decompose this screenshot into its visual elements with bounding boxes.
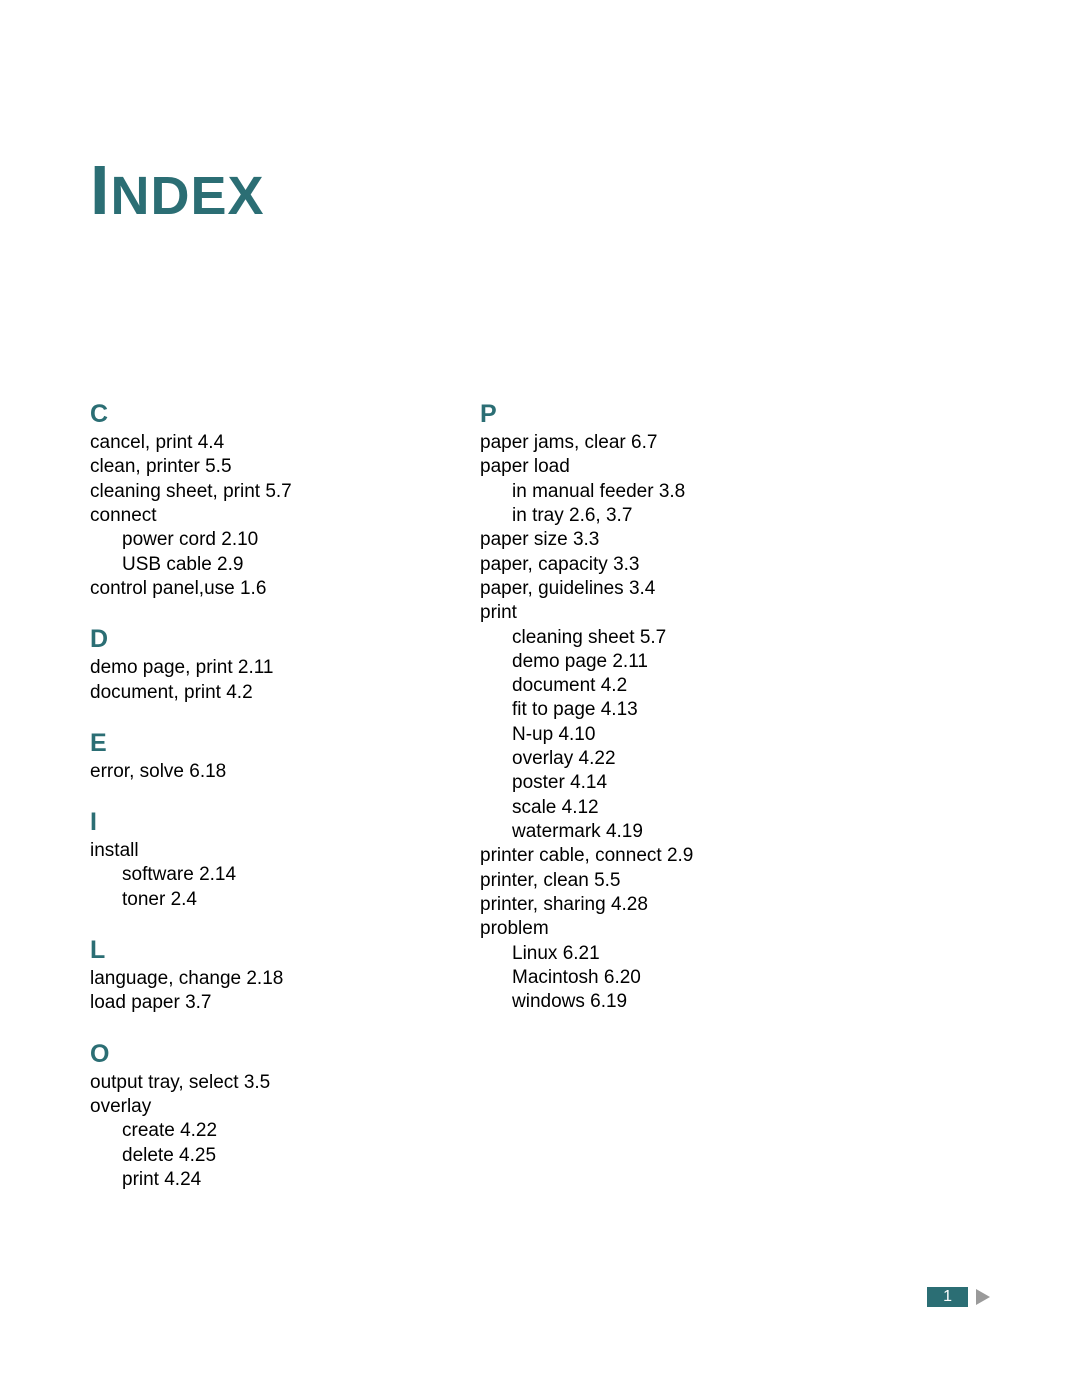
index-subentry[interactable]: software 2.14: [90, 863, 400, 887]
page-title: INDEX: [90, 150, 990, 230]
index-entry[interactable]: paper, capacity 3.3: [480, 553, 790, 577]
index-entry[interactable]: printer, clean 5.5: [480, 869, 790, 893]
section-letter: I: [90, 808, 400, 837]
page-number-badge: 1: [927, 1287, 968, 1307]
index-subentry[interactable]: in manual feeder 3.8: [480, 480, 790, 504]
section-letter: O: [90, 1040, 400, 1069]
index-subentry[interactable]: print 4.24: [90, 1168, 400, 1192]
index-column-2: Ppaper jams, clear 6.7paper loadin manua…: [480, 400, 790, 1192]
section-letter: L: [90, 936, 400, 965]
index-columns: Ccancel, print 4.4clean, printer 5.5clea…: [90, 400, 990, 1192]
index-entry[interactable]: error, solve 6.18: [90, 760, 400, 784]
index-subentry[interactable]: Linux 6.21: [480, 942, 790, 966]
index-entry[interactable]: paper jams, clear 6.7: [480, 431, 790, 455]
section-letter: E: [90, 729, 400, 758]
index-section: Eerror, solve 6.18: [90, 729, 400, 784]
section-letter: D: [90, 625, 400, 654]
title-first-letter: I: [90, 151, 110, 229]
index-subentry[interactable]: Macintosh 6.20: [480, 966, 790, 990]
index-subentry[interactable]: fit to page 4.13: [480, 698, 790, 722]
index-column-1: Ccancel, print 4.4clean, printer 5.5clea…: [90, 400, 400, 1192]
index-entry[interactable]: paper, guidelines 3.4: [480, 577, 790, 601]
page-footer: 1: [927, 1287, 990, 1307]
index-section: Iinstallsoftware 2.14toner 2.4: [90, 808, 400, 912]
index-entry[interactable]: overlay: [90, 1095, 400, 1119]
index-entry[interactable]: clean, printer 5.5: [90, 455, 400, 479]
index-subentry[interactable]: in tray 2.6, 3.7: [480, 504, 790, 528]
index-entry[interactable]: load paper 3.7: [90, 991, 400, 1015]
index-subentry[interactable]: poster 4.14: [480, 771, 790, 795]
index-subentry[interactable]: USB cable 2.9: [90, 553, 400, 577]
index-section: Llanguage, change 2.18load paper 3.7: [90, 936, 400, 1016]
section-letter: P: [480, 400, 790, 429]
index-section: Ppaper jams, clear 6.7paper loadin manua…: [480, 400, 790, 1015]
index-entry[interactable]: output tray, select 3.5: [90, 1071, 400, 1095]
index-subentry[interactable]: overlay 4.22: [480, 747, 790, 771]
index-entry[interactable]: problem: [480, 917, 790, 941]
index-subentry[interactable]: create 4.22: [90, 1119, 400, 1143]
index-subentry[interactable]: scale 4.12: [480, 796, 790, 820]
index-subentry[interactable]: watermark 4.19: [480, 820, 790, 844]
index-subentry[interactable]: document 4.2: [480, 674, 790, 698]
index-entry[interactable]: control panel,use 1.6: [90, 577, 400, 601]
index-entry[interactable]: cleaning sheet, print 5.7: [90, 480, 400, 504]
page: INDEX Ccancel, print 4.4clean, printer 5…: [0, 0, 1080, 1397]
index-subentry[interactable]: windows 6.19: [480, 990, 790, 1014]
index-entry[interactable]: print: [480, 601, 790, 625]
index-subentry[interactable]: toner 2.4: [90, 888, 400, 912]
section-letter: C: [90, 400, 400, 429]
index-entry[interactable]: install: [90, 839, 400, 863]
index-entry[interactable]: printer, sharing 4.28: [480, 893, 790, 917]
index-entry[interactable]: language, change 2.18: [90, 967, 400, 991]
index-subentry[interactable]: demo page 2.11: [480, 650, 790, 674]
index-subentry[interactable]: power cord 2.10: [90, 528, 400, 552]
title-rest: NDEX: [110, 166, 264, 226]
index-entry[interactable]: cancel, print 4.4: [90, 431, 400, 455]
index-entry[interactable]: printer cable, connect 2.9: [480, 844, 790, 868]
index-entry[interactable]: document, print 4.2: [90, 681, 400, 705]
index-section: Ooutput tray, select 3.5overlaycreate 4.…: [90, 1040, 400, 1193]
index-subentry[interactable]: N-up 4.10: [480, 723, 790, 747]
index-section: Ddemo page, print 2.11document, print 4.…: [90, 625, 400, 705]
index-section: Ccancel, print 4.4clean, printer 5.5clea…: [90, 400, 400, 601]
index-entry[interactable]: connect: [90, 504, 400, 528]
index-entry[interactable]: demo page, print 2.11: [90, 656, 400, 680]
index-subentry[interactable]: delete 4.25: [90, 1144, 400, 1168]
next-page-icon[interactable]: [976, 1289, 990, 1305]
index-entry[interactable]: paper load: [480, 455, 790, 479]
index-entry[interactable]: paper size 3.3: [480, 528, 790, 552]
index-subentry[interactable]: cleaning sheet 5.7: [480, 626, 790, 650]
